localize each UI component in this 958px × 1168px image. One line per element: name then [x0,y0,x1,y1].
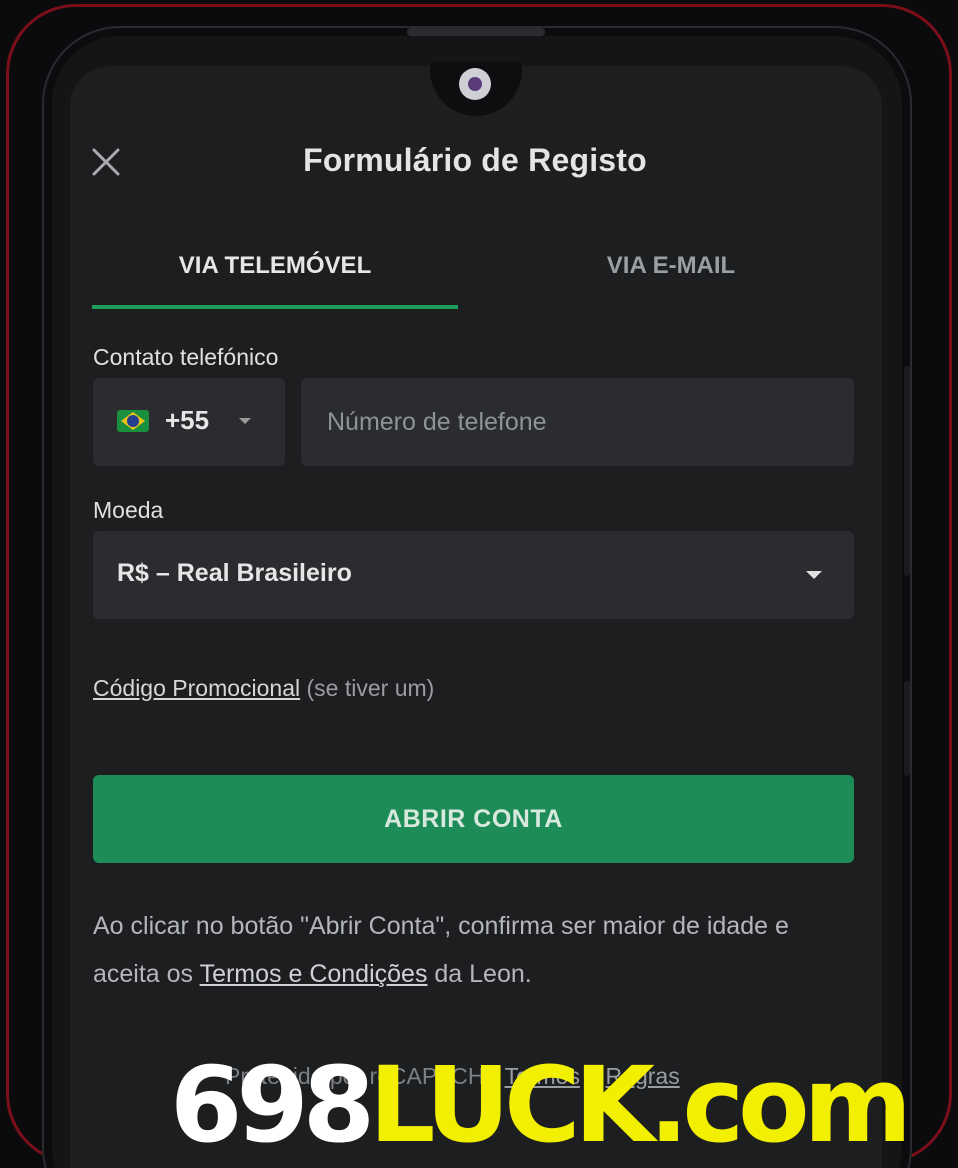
phone-number-input[interactable] [301,378,854,466]
promo-code-row: Código Promocional (se tiver um) [93,675,434,702]
country-code-select[interactable]: +55 [93,378,285,466]
speaker-grille [407,28,545,36]
power-button [904,681,910,776]
terms-conditions-link[interactable]: Termos e Condições [200,960,428,988]
open-account-button[interactable]: ABRIR CONTA [93,775,854,863]
page-title: Formulário de Registo [303,142,647,178]
volume-button [904,366,910,576]
close-icon [92,148,120,176]
country-code-value: +55 [165,405,210,435]
currency-selected-value: R$ – Real Brasileiro [117,559,352,587]
promo-code-hint: (se tiver um) [306,675,435,701]
front-camera-icon [459,68,491,100]
chevron-down-icon [239,418,251,424]
promo-code-link[interactable]: Código Promocional [93,675,300,701]
brazil-flag-icon [117,410,149,432]
terms-text-after: da Leon. [427,960,532,988]
watermark-domain: LUCK.com [369,1044,912,1166]
currency-select[interactable]: R$ – Real Brasileiro [93,531,854,619]
tab-via-telemovel[interactable]: VIA TELEMÓVEL [92,252,458,284]
site-watermark: 698LUCK.com [170,1050,912,1160]
dropdown-arrow-icon [806,571,822,579]
active-tab-indicator [92,305,458,309]
close-button[interactable] [90,146,122,178]
currency-label: Moeda [93,497,164,523]
terms-notice: Ao clicar no botão "Abrir Conta", confir… [93,902,833,998]
watermark-number: 698 [170,1044,375,1166]
tab-via-email[interactable]: VIA E-MAIL [486,252,856,284]
phone-label: Contato telefónico [93,344,279,370]
